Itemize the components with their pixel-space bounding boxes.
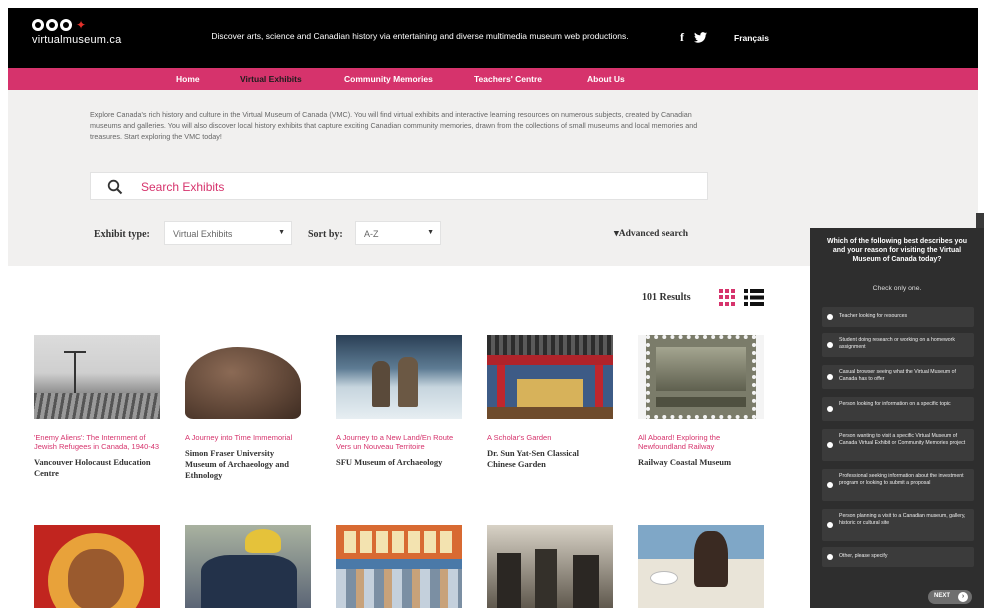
exhibit-thumbnail[interactable]	[336, 335, 462, 419]
exhibit-card[interactable]: 'Enemy Aliens': The Internment of Jewish…	[34, 335, 162, 479]
exhibit-type-label: Exhibit type:	[94, 229, 150, 240]
list-view-icon[interactable]	[744, 289, 764, 306]
caret-down-icon: ▼	[278, 229, 285, 236]
logo-mark-icon: ✦	[32, 18, 121, 32]
exhibit-type-value: Virtual Exhibits	[173, 229, 233, 239]
exhibit-title-link[interactable]: A Journey to a New Land/En Route Vers un…	[336, 433, 462, 451]
exhibit-card[interactable]: A Scholar's Garden Dr. Sun Yat-Sen Class…	[487, 335, 615, 470]
radio-icon[interactable]	[827, 342, 833, 348]
exhibit-title-link[interactable]: A Journey into Time Immemorial	[185, 433, 311, 442]
search-bar[interactable]	[90, 172, 708, 200]
sort-select[interactable]: A-Z ▼	[355, 221, 441, 245]
visitor-survey-panel: Which of the following best describes yo…	[810, 228, 984, 608]
survey-option[interactable]: Professional seeking information about t…	[822, 469, 974, 501]
exhibit-thumbnail[interactable]	[185, 335, 311, 419]
survey-question: Which of the following best describes yo…	[826, 238, 967, 263]
survey-instruction: Check only one.	[872, 285, 922, 292]
survey-collapse-tab[interactable]	[976, 213, 984, 229]
exhibit-thumbnail[interactable]	[34, 525, 160, 608]
radio-icon[interactable]	[827, 406, 833, 412]
nav-community-memories[interactable]: Community Memories	[344, 74, 433, 84]
sort-value: A-Z	[364, 229, 379, 239]
survey-option[interactable]: Teacher looking for resources	[822, 307, 974, 327]
exhibit-organization: Simon Fraser University Museum of Archae…	[185, 448, 289, 480]
radio-icon[interactable]	[827, 374, 833, 380]
site-tagline: Discover arts, science and Canadian hist…	[211, 31, 629, 41]
results-count: 101 Results	[642, 292, 691, 303]
twitter-icon[interactable]	[694, 32, 707, 43]
survey-option[interactable]: Casual browser seeing what the Virtual M…	[822, 365, 974, 389]
vmc-logo[interactable]: ✦ virtualmuseum.ca	[32, 18, 121, 46]
survey-option[interactable]: Person wanting to visit a specific Virtu…	[822, 429, 974, 461]
exhibit-organization: SFU Museum of Archaeology	[336, 457, 443, 467]
exhibit-title-link[interactable]: All Aboard! Exploring the Newfoundland R…	[638, 433, 764, 451]
advanced-search-toggle[interactable]: ▾Advanced search	[614, 228, 688, 239]
radio-icon[interactable]	[827, 522, 833, 528]
nav-virtual-exhibits[interactable]: Virtual Exhibits	[240, 74, 302, 84]
exhibit-thumbnail[interactable]	[336, 525, 462, 608]
survey-option[interactable]: Other, please specify	[822, 547, 974, 567]
survey-option[interactable]: Student doing research or working on a h…	[822, 333, 974, 357]
exhibit-organization: Vancouver Holocaust Education Centre	[34, 457, 151, 478]
exhibit-card[interactable]: A Journey to a New Land/En Route Vers un…	[336, 335, 464, 468]
social-links: f	[680, 30, 707, 45]
exhibit-thumbnail[interactable]	[487, 335, 613, 419]
maple-leaf-icon: ✦	[76, 18, 87, 32]
chevron-right-icon: ›	[958, 592, 968, 602]
main-nav: Home Virtual Exhibits Community Memories…	[8, 68, 978, 90]
survey-option[interactable]: Person looking for information on a spec…	[822, 397, 974, 421]
radio-icon[interactable]	[827, 442, 833, 448]
exhibit-thumbnail[interactable]	[34, 335, 160, 419]
grid-view-icon[interactable]	[719, 289, 737, 306]
exhibit-card[interactable]: All Aboard! Exploring the Newfoundland R…	[638, 335, 766, 468]
survey-next-button[interactable]: NEXT ›	[928, 590, 972, 604]
facebook-icon[interactable]: f	[680, 30, 684, 45]
search-input[interactable]	[141, 178, 681, 196]
exhibit-title-link[interactable]: A Scholar's Garden	[487, 433, 613, 442]
language-toggle[interactable]: Français	[734, 33, 769, 43]
exhibit-thumbnail[interactable]	[185, 525, 311, 608]
logo-text: virtualmuseum.ca	[32, 34, 122, 46]
exhibit-organization: Railway Coastal Museum	[638, 457, 732, 467]
site-header: ✦ virtualmuseum.ca Discover arts, scienc…	[8, 8, 978, 68]
intro-text: Explore Canada's rich history and cultur…	[90, 110, 698, 141]
nav-home[interactable]: Home	[176, 74, 200, 84]
sort-label: Sort by:	[308, 229, 343, 240]
search-icon[interactable]	[107, 179, 123, 195]
nav-about-us[interactable]: About Us	[587, 74, 625, 84]
radio-icon[interactable]	[827, 482, 833, 488]
exhibit-title-link[interactable]: 'Enemy Aliens': The Internment of Jewish…	[34, 433, 160, 451]
exhibit-thumbnail[interactable]	[487, 525, 613, 608]
exhibit-thumbnail[interactable]	[638, 525, 764, 608]
exhibit-type-select[interactable]: Virtual Exhibits ▼	[164, 221, 292, 245]
exhibit-thumbnail[interactable]	[638, 335, 764, 419]
nav-teachers-centre[interactable]: Teachers' Centre	[474, 74, 542, 84]
radio-icon[interactable]	[827, 554, 833, 560]
survey-option[interactable]: Person planning a visit to a Canadian mu…	[822, 509, 974, 541]
exhibit-card[interactable]: A Journey into Time Immemorial Simon Fra…	[185, 335, 313, 481]
radio-icon[interactable]	[827, 314, 833, 320]
caret-down-icon: ▼	[427, 229, 434, 236]
exhibit-organization: Dr. Sun Yat-Sen Classical Chinese Garden	[487, 448, 579, 469]
